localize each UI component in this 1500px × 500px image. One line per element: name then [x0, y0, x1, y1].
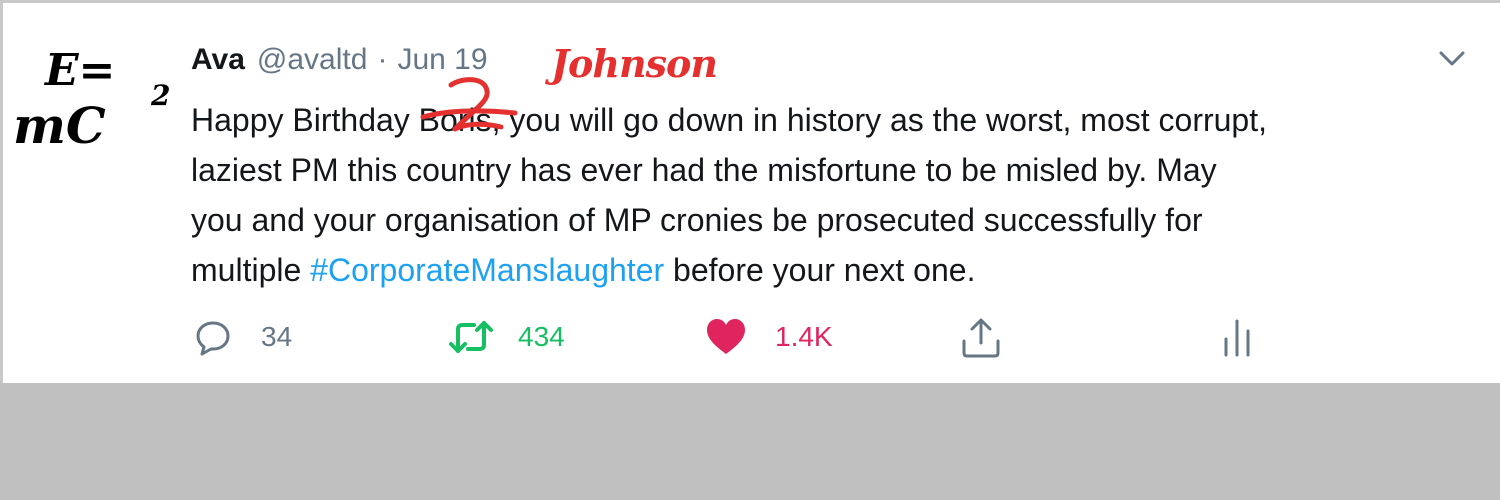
retweet-icon [449, 321, 493, 353]
retweet-count: 434 [518, 321, 565, 352]
reply-icon [196, 321, 230, 356]
tweet-text-line-2: laziest PM this country has ever had the… [191, 152, 1217, 188]
author-handle[interactable]: @avaltd [257, 43, 368, 77]
share-button[interactable] [959, 315, 1003, 359]
text-segment: Happy Birthday [191, 102, 419, 138]
tweet-text-line-3: you and your organisation of MP cronies … [191, 202, 1203, 238]
heart-icon [707, 319, 745, 354]
like-button[interactable]: 1.4K [705, 315, 833, 359]
separator-dot: · [377, 43, 388, 76]
tweet-header: Ava @avaltd · Jun 19 [191, 43, 488, 83]
handwritten-correction: Johnson [551, 41, 718, 86]
avatar-text-line2: mC [13, 96, 106, 153]
chevron-down-icon[interactable] [1437, 47, 1467, 71]
author-name[interactable]: Ava [191, 43, 245, 77]
tweet-card: E= mC 2 Ava @avaltd · Jun 19 Johnson Hap… [0, 0, 1500, 383]
text-segment: , you will go down in history as the wor… [491, 102, 1267, 138]
avatar-text-line1: E= [43, 45, 115, 96]
tweet-text: Happy Birthday Boris, you will go down i… [191, 77, 1481, 295]
gray-background-area [0, 383, 1500, 500]
tweet-text-line-4: multiple #CorporateManslaughter before y… [191, 245, 1481, 295]
like-count: 1.4K [775, 321, 833, 352]
tweet-date[interactable]: Jun 19 [397, 43, 487, 77]
reply-button[interactable]: 34 [193, 315, 292, 359]
avatar-text-exponent: 2 [150, 79, 170, 112]
struck-word-text: Boris [418, 102, 492, 138]
reply-count: 34 [261, 321, 293, 352]
tweet-text-line-1: Happy Birthday Boris, you will go down i… [191, 77, 1481, 145]
text-segment: before your next one. [664, 252, 976, 288]
analytics-icon [1224, 319, 1250, 357]
share-icon [962, 318, 1000, 358]
retweet-button[interactable]: 434 [448, 315, 565, 359]
text-segment: multiple [191, 252, 311, 288]
hashtag-link[interactable]: #CorporateManslaughter [310, 252, 664, 288]
avatar[interactable]: E= mC 2 [11, 43, 183, 153]
struck-word: Boris [418, 77, 518, 145]
analytics-button[interactable] [1221, 315, 1255, 359]
